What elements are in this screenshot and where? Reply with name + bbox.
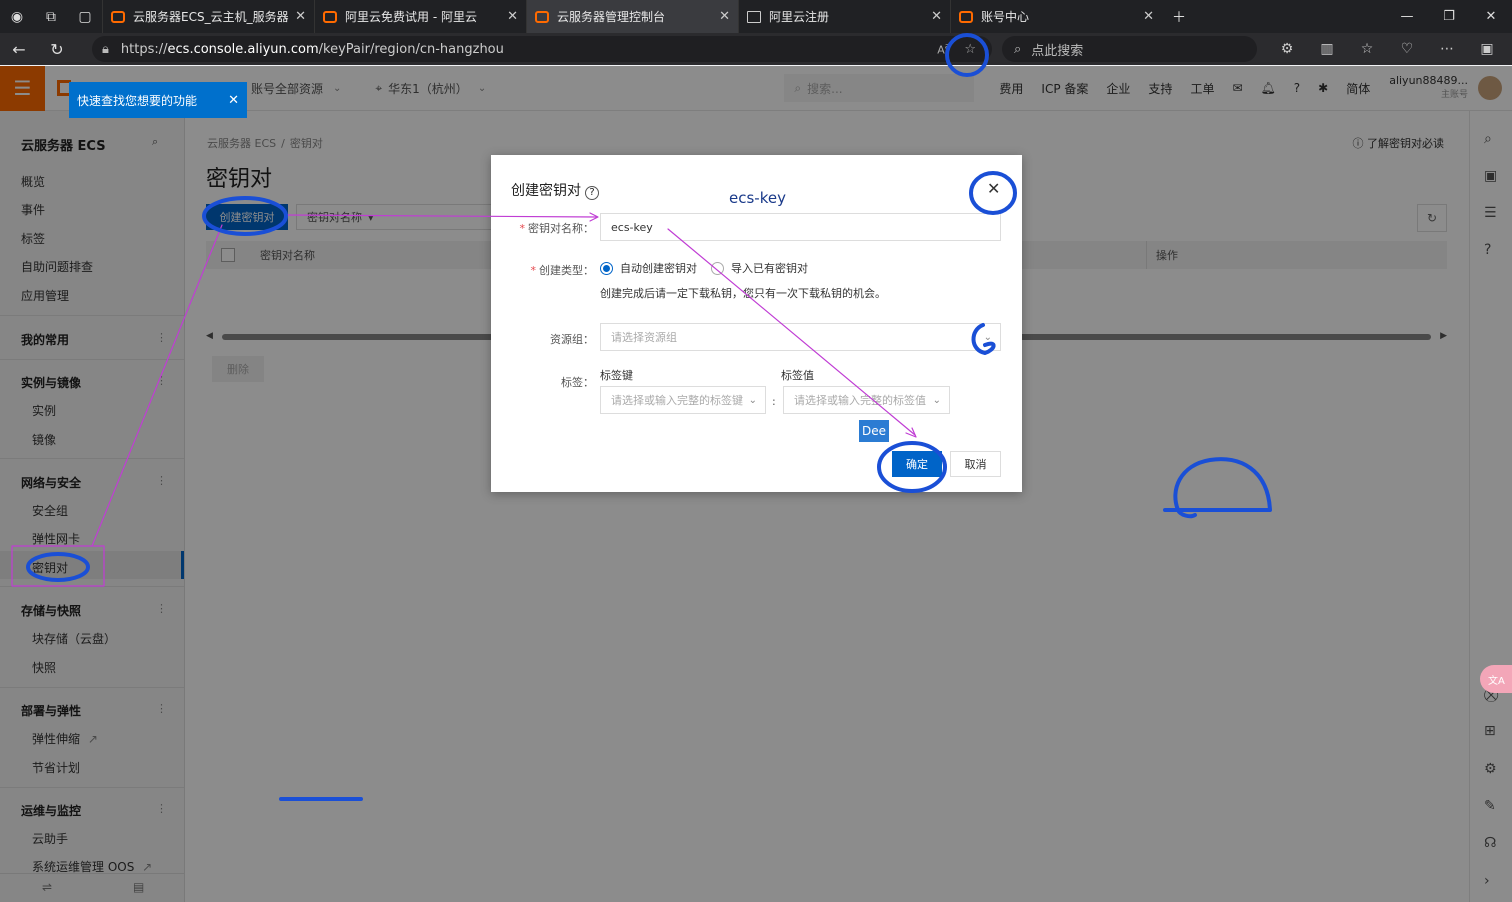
radio-unchecked-icon — [711, 261, 724, 275]
restore-icon[interactable]: ❐ — [1428, 9, 1470, 24]
radio-import[interactable]: 导入已有密钥对 — [711, 260, 808, 276]
help-icon[interactable]: ? — [585, 186, 599, 200]
aliyun-favicon-icon — [959, 10, 973, 23]
browser-tab-1[interactable]: 云服务器ECS_云主机_服务器托管_ ✕ — [102, 0, 314, 33]
tag-value-label: 标签值 — [781, 369, 814, 382]
close-icon[interactable]: ✕ — [987, 179, 1000, 198]
collections-icon[interactable]: ⧉ — [34, 0, 68, 33]
field-label-name: * 密钥对名称： — [519, 222, 595, 235]
window-close-icon[interactable]: ✕ — [1470, 9, 1512, 24]
page-favicon-icon — [747, 10, 761, 23]
field-label-tags: 标签： — [561, 376, 594, 389]
browser-tabbar: ◉ ⧉ ▢ 云服务器ECS_云主机_服务器托管_ ✕ 阿里云免费试用 - 阿里云… — [0, 0, 1512, 33]
field-label-resource-group: 资源组： — [550, 333, 594, 346]
close-tab-icon[interactable]: ✕ — [719, 9, 730, 24]
lock-icon: 🔒︎ — [102, 41, 109, 57]
radio-auto-create[interactable]: 自动创建密钥对 — [600, 260, 697, 276]
annotation-text: ecs-key — [729, 189, 786, 207]
chevron-down-icon: ⌄ — [932, 394, 941, 406]
browser-tab-3[interactable]: 云服务器管理控制台 ✕ — [526, 0, 738, 33]
floating-badge: Dee — [859, 420, 889, 442]
browser-tab-2[interactable]: 阿里云免费试用 - 阿里云 ✕ — [314, 0, 526, 33]
tab-actions-icon[interactable]: ▢ — [68, 0, 102, 33]
new-tab-icon[interactable]: ＋ — [1162, 0, 1196, 33]
back-icon[interactable]: ← — [0, 40, 38, 59]
extensions-icon[interactable]: ⚙ — [1267, 41, 1307, 57]
more-icon[interactable]: ⋯ — [1427, 41, 1467, 57]
window-controls: — ❐ ✕ — [1386, 9, 1512, 24]
browser-essentials-icon[interactable]: ♡ — [1387, 41, 1427, 57]
keypair-name-input[interactable]: ecs-key — [600, 213, 1001, 241]
split-screen-icon[interactable]: ▥ — [1307, 41, 1347, 57]
browser-tab-4[interactable]: 阿里云注册 ✕ — [738, 0, 950, 33]
close-icon[interactable]: ✕ — [228, 93, 239, 108]
confirm-button[interactable]: 确定 — [892, 451, 942, 477]
chevron-down-icon: ⌄ — [748, 394, 757, 406]
tag-key-label: 标签键 — [600, 369, 633, 382]
cancel-button[interactable]: 取消 — [950, 451, 1001, 477]
minimize-icon[interactable]: — — [1386, 9, 1428, 24]
tag-key-select[interactable]: 请选择或输入完整的标签键 ⌄ — [600, 386, 766, 414]
chevron-down-icon: ⌄ — [983, 331, 992, 343]
aliyun-favicon-icon — [535, 10, 549, 23]
read-aloud-icon[interactable]: Aa — [937, 41, 950, 57]
sidebar-toggle-icon[interactable]: ▣ — [1467, 41, 1507, 57]
dialog-title: 创建密钥对? — [511, 180, 599, 200]
aliyun-favicon-icon — [323, 10, 337, 23]
browser-search-box[interactable]: ⌕ 点此搜索 — [1002, 36, 1257, 62]
type-hint: 创建完成后请一定下载私钥，您只有一次下载私钥的机会。 — [600, 287, 886, 300]
profile-icon[interactable]: ◉ — [0, 0, 34, 33]
browser-tab-5[interactable]: 账号中心 ✕ — [950, 0, 1162, 33]
field-label-type: * 创建类型： — [530, 264, 595, 277]
tag-value-select[interactable]: 请选择或输入完整的标签值 ⌄ — [783, 386, 950, 414]
resource-group-select[interactable]: 请选择资源组 ⌄ — [600, 323, 1001, 351]
close-tab-icon[interactable]: ✕ — [507, 9, 518, 24]
reload-icon[interactable]: ↻ — [38, 40, 76, 59]
feature-search-tooltip: 快速查找您想要的功能 ✕ — [69, 82, 247, 118]
favorites-icon[interactable]: ☆ — [1347, 41, 1387, 57]
favorite-icon[interactable]: ☆ — [964, 42, 976, 57]
close-tab-icon[interactable]: ✕ — [295, 9, 306, 24]
close-tab-icon[interactable]: ✕ — [931, 9, 942, 24]
address-bar[interactable]: 🔒︎ https://ecs.console.aliyun.com/keyPai… — [92, 36, 992, 62]
close-tab-icon[interactable]: ✕ — [1143, 9, 1154, 24]
browser-toolbar: ← ↻ 🔒︎ https://ecs.console.aliyun.com/ke… — [0, 33, 1512, 65]
tag-separator: : — [772, 395, 776, 408]
search-icon: ⌕ — [1014, 41, 1022, 57]
radio-checked-icon — [600, 261, 613, 275]
floating-assistant-icon[interactable]: 文A — [1480, 665, 1512, 693]
aliyun-favicon-icon — [111, 10, 125, 23]
